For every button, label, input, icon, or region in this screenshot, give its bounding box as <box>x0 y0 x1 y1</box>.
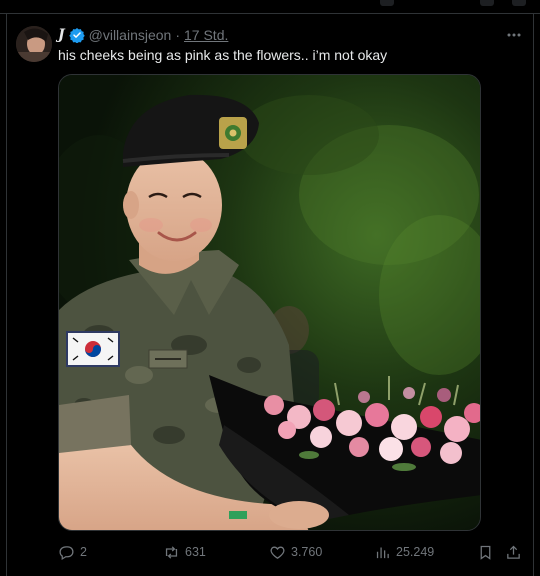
reply-icon <box>59 545 74 560</box>
bookmark-icon <box>480 545 491 560</box>
tweet-container: J @villainsjeon · 17 Std. his cheeks bei… <box>0 0 540 576</box>
more-icon <box>507 33 521 37</box>
verified-icon <box>68 28 85 43</box>
timestamp[interactable]: 17 Std. <box>184 27 228 43</box>
views-icon <box>376 547 389 558</box>
repost-icon <box>165 545 178 559</box>
separator-dot: · <box>175 27 180 43</box>
timeline-border-left <box>6 14 7 576</box>
repost-count: 631 <box>185 545 206 559</box>
previous-tweet-edge <box>0 0 540 14</box>
display-name[interactable]: J <box>58 27 65 43</box>
tweet-media[interactable] <box>58 74 481 531</box>
reply-count: 2 <box>80 545 87 559</box>
tweet-actions: 2 631 3.760 25.249 <box>58 540 528 564</box>
share-icon <box>507 545 520 559</box>
tweet-header: J @villainsjeon · 17 Std. <box>58 26 228 44</box>
bookmark-button[interactable] <box>477 540 494 564</box>
more-button[interactable] <box>503 26 525 44</box>
previous-action-icon <box>480 0 494 6</box>
previous-action-icon <box>512 0 526 6</box>
handle[interactable]: @villainsjeon <box>89 27 172 43</box>
like-count: 3.760 <box>291 545 323 559</box>
like-icon <box>270 546 285 559</box>
tweet-text: his cheeks being as pink as the flowers.… <box>58 47 388 63</box>
like-button[interactable]: 3.760 <box>269 540 322 564</box>
avatar-image <box>16 26 52 62</box>
media-photo <box>59 75 480 530</box>
reply-button[interactable]: 2 <box>58 540 87 564</box>
previous-action-icon <box>380 0 394 6</box>
views-button[interactable]: 25.249 <box>374 540 434 564</box>
share-button[interactable] <box>505 540 522 564</box>
avatar[interactable] <box>16 26 52 62</box>
timeline-border-right <box>533 14 534 576</box>
repost-button[interactable]: 631 <box>163 540 206 564</box>
views-count: 25.249 <box>396 545 435 559</box>
